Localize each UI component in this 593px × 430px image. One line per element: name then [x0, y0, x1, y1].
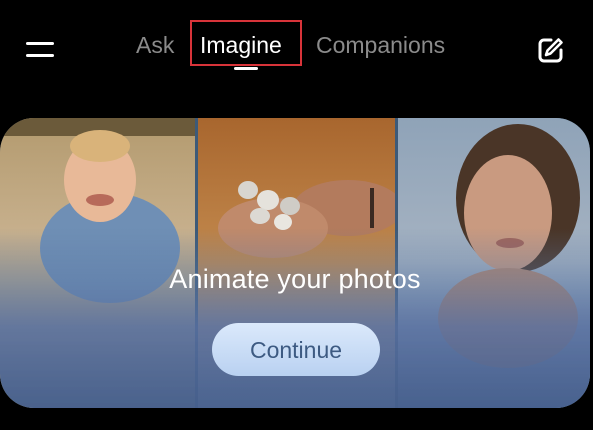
- continue-button[interactable]: Continue: [212, 323, 380, 376]
- edit-pencil-icon: [538, 38, 563, 63]
- promo-headline: Animate your photos: [169, 264, 421, 294]
- tab-companions[interactable]: Companions: [316, 30, 445, 60]
- compose-icon[interactable]: [536, 35, 566, 65]
- tab-ask[interactable]: Ask: [136, 30, 174, 60]
- tab-highlight-box: [190, 20, 302, 66]
- active-tab-indicator: [234, 67, 258, 70]
- animate-photos-card[interactable]: Animate your photos Continue: [0, 118, 590, 408]
